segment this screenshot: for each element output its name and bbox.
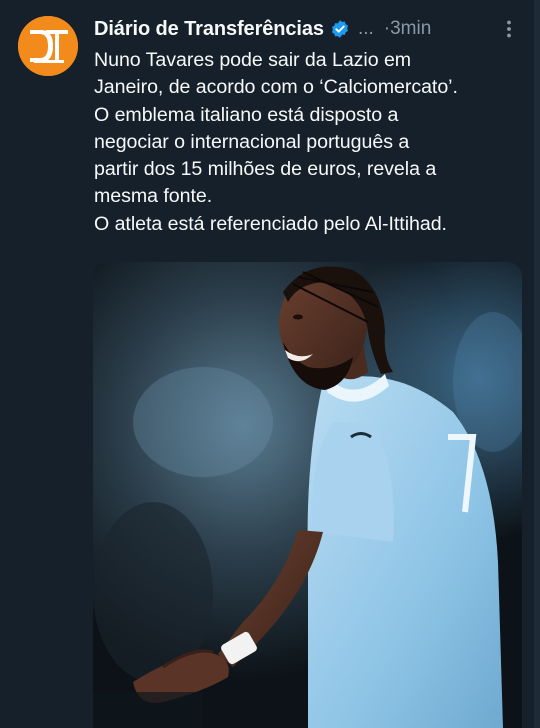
tweet-text-line: negociar o internacional português a <box>94 130 410 153</box>
tweet-text-line: Janeiro, de acordo com o ‘Calciomercato’… <box>94 76 458 99</box>
timestamp[interactable]: ·3min <box>384 18 432 40</box>
dt-logo-icon <box>18 16 78 76</box>
tweet[interactable]: Diário de Transferências ... ·3min Nuno … <box>0 0 540 728</box>
football-player-photo <box>93 262 522 728</box>
scrollbar[interactable] <box>534 0 540 728</box>
tweet-text: Nuno Tavares pode sair da Lazio em Janei… <box>94 47 534 238</box>
tweet-text-line: mesma fonte. <box>94 185 213 208</box>
verified-badge-icon <box>330 19 350 39</box>
tweet-text-line: O atleta está referenciado pelo Al-Ittih… <box>94 212 447 235</box>
author-handle[interactable]: ... <box>358 18 374 40</box>
tweet-text-line: Nuno Tavares pode sair da Lazio em <box>94 49 412 71</box>
avatar[interactable] <box>18 16 78 76</box>
timestamp-value: 3min <box>390 18 432 39</box>
tweet-text-line: partir dos 15 milhões de euros, revela a <box>94 158 437 181</box>
tweet-text-line: O emblema italiano está disposto a <box>94 103 399 126</box>
tweet-photo[interactable] <box>93 262 522 728</box>
author-name[interactable]: Diário de Transferências <box>94 18 324 41</box>
more-vertical-icon[interactable] <box>498 18 520 40</box>
tweet-header: Diário de Transferências ... ·3min <box>94 14 524 44</box>
